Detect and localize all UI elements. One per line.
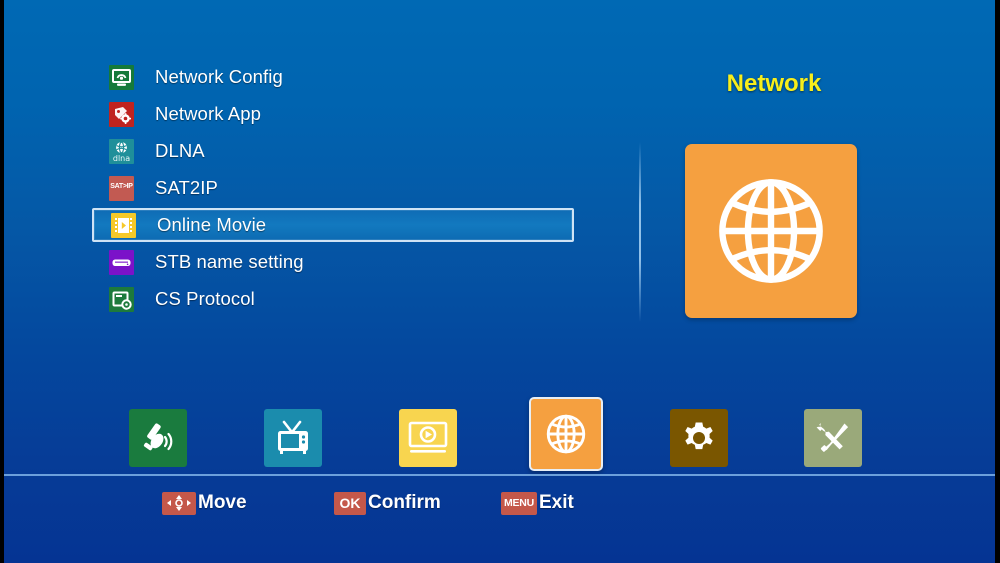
cs-protocol-icon bbox=[109, 286, 134, 312]
menu-item-label: Network App bbox=[155, 103, 261, 124]
help-exit: MENU Exit bbox=[501, 489, 574, 517]
category-settings[interactable] bbox=[670, 409, 728, 467]
menu-item-label: DLNA bbox=[155, 140, 205, 161]
menu-item-label: CS Protocol bbox=[155, 288, 255, 309]
satellite-dish-icon bbox=[138, 418, 178, 458]
vertical-divider bbox=[639, 142, 641, 322]
menu-item-network-config[interactable]: Network Config bbox=[92, 60, 574, 94]
main-category-bar bbox=[4, 390, 995, 472]
category-tv[interactable] bbox=[264, 409, 322, 467]
television-icon bbox=[272, 417, 314, 459]
menu-key-badge: MENU bbox=[501, 491, 537, 515]
category-tools[interactable] bbox=[804, 409, 862, 467]
globe-icon bbox=[542, 410, 590, 458]
gear-icon bbox=[679, 418, 719, 458]
menu-item-label: SAT2IP bbox=[155, 177, 218, 198]
menu-item-label: STB name setting bbox=[155, 251, 304, 272]
network-app-icon bbox=[109, 101, 134, 127]
dpad-arrows-icon bbox=[162, 491, 196, 515]
globe-icon bbox=[707, 167, 835, 295]
category-satellite[interactable] bbox=[129, 409, 187, 467]
help-move: Move bbox=[162, 489, 247, 517]
help-bar: Move OK Confirm MENU Exit bbox=[4, 489, 995, 521]
help-label: Confirm bbox=[368, 492, 441, 513]
category-media[interactable] bbox=[399, 409, 457, 467]
menu-item-dlna[interactable]: dlna DLNA bbox=[92, 134, 574, 168]
help-confirm: OK Confirm bbox=[334, 489, 441, 517]
stb-icon bbox=[109, 249, 134, 275]
network-config-icon bbox=[109, 64, 134, 90]
category-network[interactable] bbox=[529, 397, 603, 471]
network-preview-tile bbox=[685, 144, 857, 318]
media-player-icon bbox=[407, 420, 449, 456]
help-label: Exit bbox=[539, 492, 574, 513]
menu-item-sat2ip[interactable]: SAT>IP SAT2IP bbox=[92, 171, 574, 205]
sat2ip-icon-text: SAT>IP bbox=[110, 182, 133, 190]
horizontal-divider bbox=[4, 474, 995, 476]
network-menu-list: Network Config Network App dlna DLNA SAT… bbox=[92, 60, 574, 319]
menu-item-online-movie[interactable]: Online Movie bbox=[92, 208, 574, 242]
menu-item-label: Network Config bbox=[155, 66, 283, 87]
tools-icon bbox=[813, 418, 853, 458]
sat2ip-icon: SAT>IP bbox=[109, 175, 134, 201]
menu-item-label: Online Movie bbox=[157, 214, 267, 235]
menu-item-cs-protocol[interactable]: CS Protocol bbox=[92, 282, 574, 316]
dlna-icon: dlna bbox=[109, 138, 134, 164]
menu-item-network-app[interactable]: Network App bbox=[92, 97, 574, 131]
stb-settings-screen: Network Config Network App dlna DLNA SAT… bbox=[0, 0, 1000, 563]
help-label: Move bbox=[198, 492, 247, 513]
menu-item-stb-name-setting[interactable]: STB name setting bbox=[92, 245, 574, 279]
online-movie-icon bbox=[111, 212, 136, 238]
page-title: Network bbox=[726, 70, 822, 97]
ok-key-badge: OK bbox=[334, 491, 366, 515]
dlna-icon-text: dlna bbox=[112, 153, 131, 163]
